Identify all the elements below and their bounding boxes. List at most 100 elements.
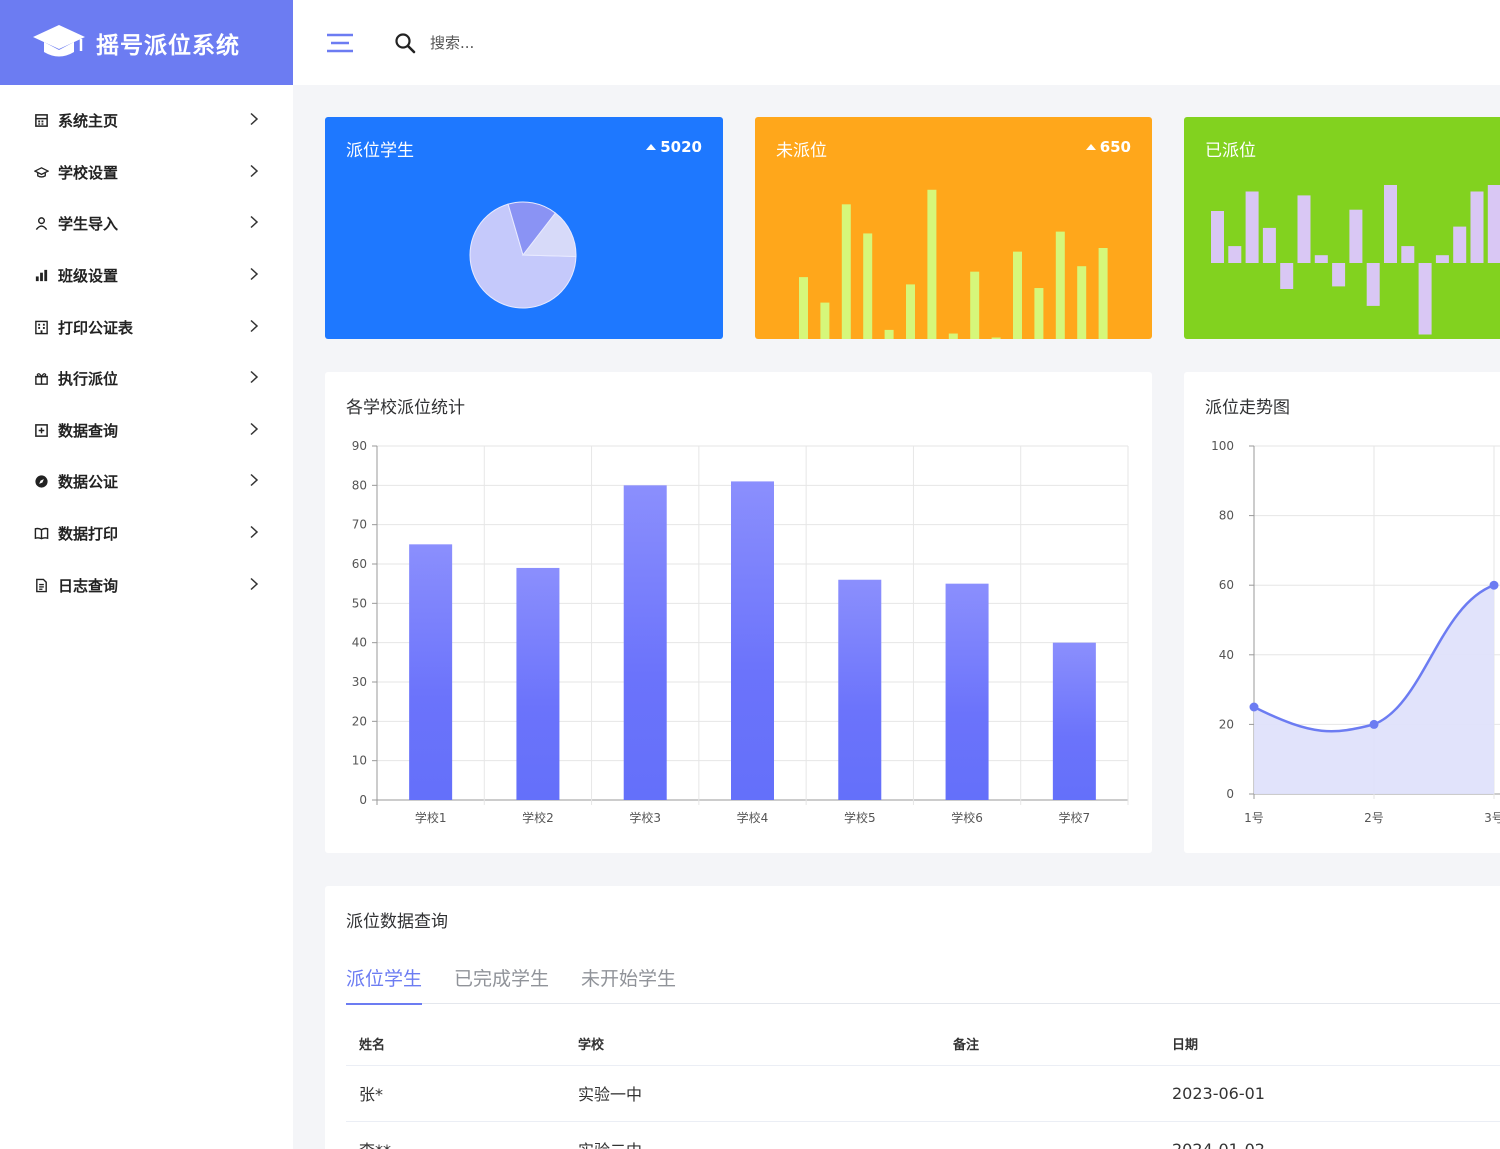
sidebar-item-data-query[interactable]: 数据查询: [0, 405, 293, 457]
sidebar-item-label: 数据查询: [58, 421, 119, 440]
table-row[interactable]: 李**实验二中 2024-01-02: [346, 1121, 1500, 1149]
chevron-right-icon: [249, 472, 259, 491]
data-table: 姓名学校备注日期 张*实验一中 2023-06-01 李**实验二中 2024-01-…: [346, 1023, 1500, 1149]
compass-icon: [33, 474, 49, 490]
y-tick-label: 50: [352, 596, 367, 610]
sidebar-item-data-print[interactable]: 数据打印: [0, 508, 293, 560]
mini-bar: [927, 189, 937, 339]
mini-bar: [1470, 191, 1484, 263]
sidebar-item-label: 执行派位: [58, 370, 119, 389]
chevron-right-icon: [249, 318, 259, 337]
mini-bar: [1262, 227, 1276, 263]
column-header[interactable]: 学校: [578, 1023, 953, 1066]
sidebar-item-home[interactable]: 系统主页: [0, 95, 293, 147]
mini-bar: [841, 204, 851, 339]
bar: [1052, 642, 1096, 800]
tab-completed-students[interactable]: 已完成学生: [454, 964, 549, 1004]
sidebar-item-print-notary[interactable]: 打印公证表: [0, 301, 293, 353]
mini-bar: [1055, 231, 1065, 339]
stat-card-not-dispatched[interactable]: 未派位 650: [755, 117, 1152, 339]
tab-dispatched-students[interactable]: 派位学生: [346, 964, 423, 1005]
mini-bar: [1418, 263, 1432, 335]
bar: [731, 481, 774, 800]
document-icon: [33, 577, 49, 593]
sidebar-item-label: 学生导入: [58, 215, 119, 234]
sidebar-item-class-settings[interactable]: 班级设置: [0, 250, 293, 302]
sidebar-item-data-notary[interactable]: 数据公证: [0, 456, 293, 508]
stat-card-dispatched[interactable]: 已派位: [1184, 117, 1500, 339]
y-tick-label: 20: [352, 714, 367, 728]
query-panel: 派位数据查询 派位学生 已完成学生 未开始学生 姓名 学校 备注 日期 张* 实验一中 202…: [325, 886, 1500, 1149]
mini-bar: [948, 333, 958, 339]
chevron-right-icon: [249, 111, 259, 130]
y-tick-label: 60: [1219, 578, 1234, 592]
bar: [409, 544, 453, 800]
mini-bar: [1245, 191, 1259, 263]
mini-bar: [1366, 263, 1380, 306]
y-tick-label: 0: [359, 793, 367, 807]
chevron-right-icon: [249, 421, 259, 440]
sidebar-item-execute-dispatch[interactable]: 执行派位: [0, 353, 293, 405]
mini-bar: [1013, 251, 1022, 339]
column-header[interactable]: 备注: [953, 1023, 1172, 1066]
graduation-cap-icon: [33, 164, 49, 180]
x-tick-label: 2号: [1364, 811, 1384, 825]
y-tick-label: 90: [352, 439, 367, 453]
mini-bar: [1211, 211, 1224, 263]
book-icon: [33, 526, 49, 542]
x-tick-label: 3号: [1484, 811, 1500, 825]
column-header[interactable]: 姓名: [346, 1023, 578, 1066]
data-point: [1249, 702, 1259, 712]
column-header[interactable]: 日期: [1172, 1023, 1500, 1066]
school-bar-chart: 0 10 20 30 40 50 60 70 80 90 学校1 学校2 学校3 学校4 学校5 学校6 学校7: [352, 439, 1129, 825]
sidebar-item-label: 打印公证表: [58, 318, 134, 337]
mini-bar: [1314, 255, 1328, 263]
panel-title: 各学校派位统计: [346, 398, 465, 418]
mini-bar: [863, 233, 873, 339]
pie-chart: [469, 201, 577, 309]
bar: [516, 567, 560, 800]
mini-bar: [1297, 195, 1311, 263]
sidebar-item-label: 数据打印: [58, 525, 119, 544]
mini-bar: [970, 271, 980, 339]
y-tick-label: 100: [1211, 439, 1234, 453]
x-tick-label: 学校4: [737, 810, 769, 825]
mini-bar: [1077, 266, 1087, 339]
sidebar-item-student-import[interactable]: 学生导入: [0, 198, 293, 250]
logo-bar[interactable]: 摇号派位系统: [0, 0, 293, 85]
cell-name: 李**: [346, 1121, 578, 1149]
mini-bar: [820, 302, 830, 339]
mini-bar-chart: [1211, 185, 1500, 335]
x-tick-label: 1号: [1244, 811, 1264, 825]
chevron-right-icon: [249, 524, 259, 543]
sidebar: 摇号派位系统 系统主页学校设置学生导入班级设置打印公证表执行派位数据查询数据公证…: [0, 0, 293, 1149]
search-input[interactable]: [430, 33, 730, 52]
tab-not-started-students[interactable]: 未开始学生: [581, 964, 676, 1004]
mini-bar: [1228, 246, 1242, 263]
bar: [945, 583, 989, 800]
data-point: [1369, 719, 1379, 729]
trend-panel: 派位走势图 0 20 40 60 80 100 1号 2号 3号: [1184, 372, 1500, 853]
mini-bar: [1349, 209, 1363, 263]
y-tick-label: 70: [352, 518, 367, 532]
school-stats-panel: 各学校派位统计 0 10 20 30 40 50 60 70 80 90 学校1 学校2 学校3 学校4 学…: [325, 372, 1152, 853]
search-icon[interactable]: [394, 32, 416, 54]
mini-bar: [1487, 185, 1500, 263]
menu-toggle-icon[interactable]: [326, 32, 354, 54]
stat-card-dispatched-students[interactable]: 派位学生 5020: [325, 117, 723, 339]
plus-square-icon: [33, 422, 49, 438]
bar-chart-icon: [33, 268, 49, 284]
panel-title: 派位数据查询: [346, 912, 448, 932]
calendar-icon: [33, 113, 49, 129]
mini-bar: [1453, 226, 1467, 263]
mini-bar: [991, 337, 1001, 339]
cell-name: 张*: [346, 1065, 578, 1122]
x-tick-label: 学校2: [522, 810, 554, 825]
table-row[interactable]: 张* 实验一中 2023-06-01: [346, 1065, 1500, 1122]
tabs: 派位学生 已完成学生 未开始学生: [346, 964, 1500, 1005]
sidebar-item-school-settings[interactable]: 学校设置: [0, 147, 293, 199]
bar: [623, 485, 667, 800]
sidebar-item-log-query[interactable]: 日志查询: [0, 559, 293, 611]
y-tick-label: 0: [1226, 787, 1234, 801]
sidebar-item-label: 系统主页: [58, 112, 119, 131]
